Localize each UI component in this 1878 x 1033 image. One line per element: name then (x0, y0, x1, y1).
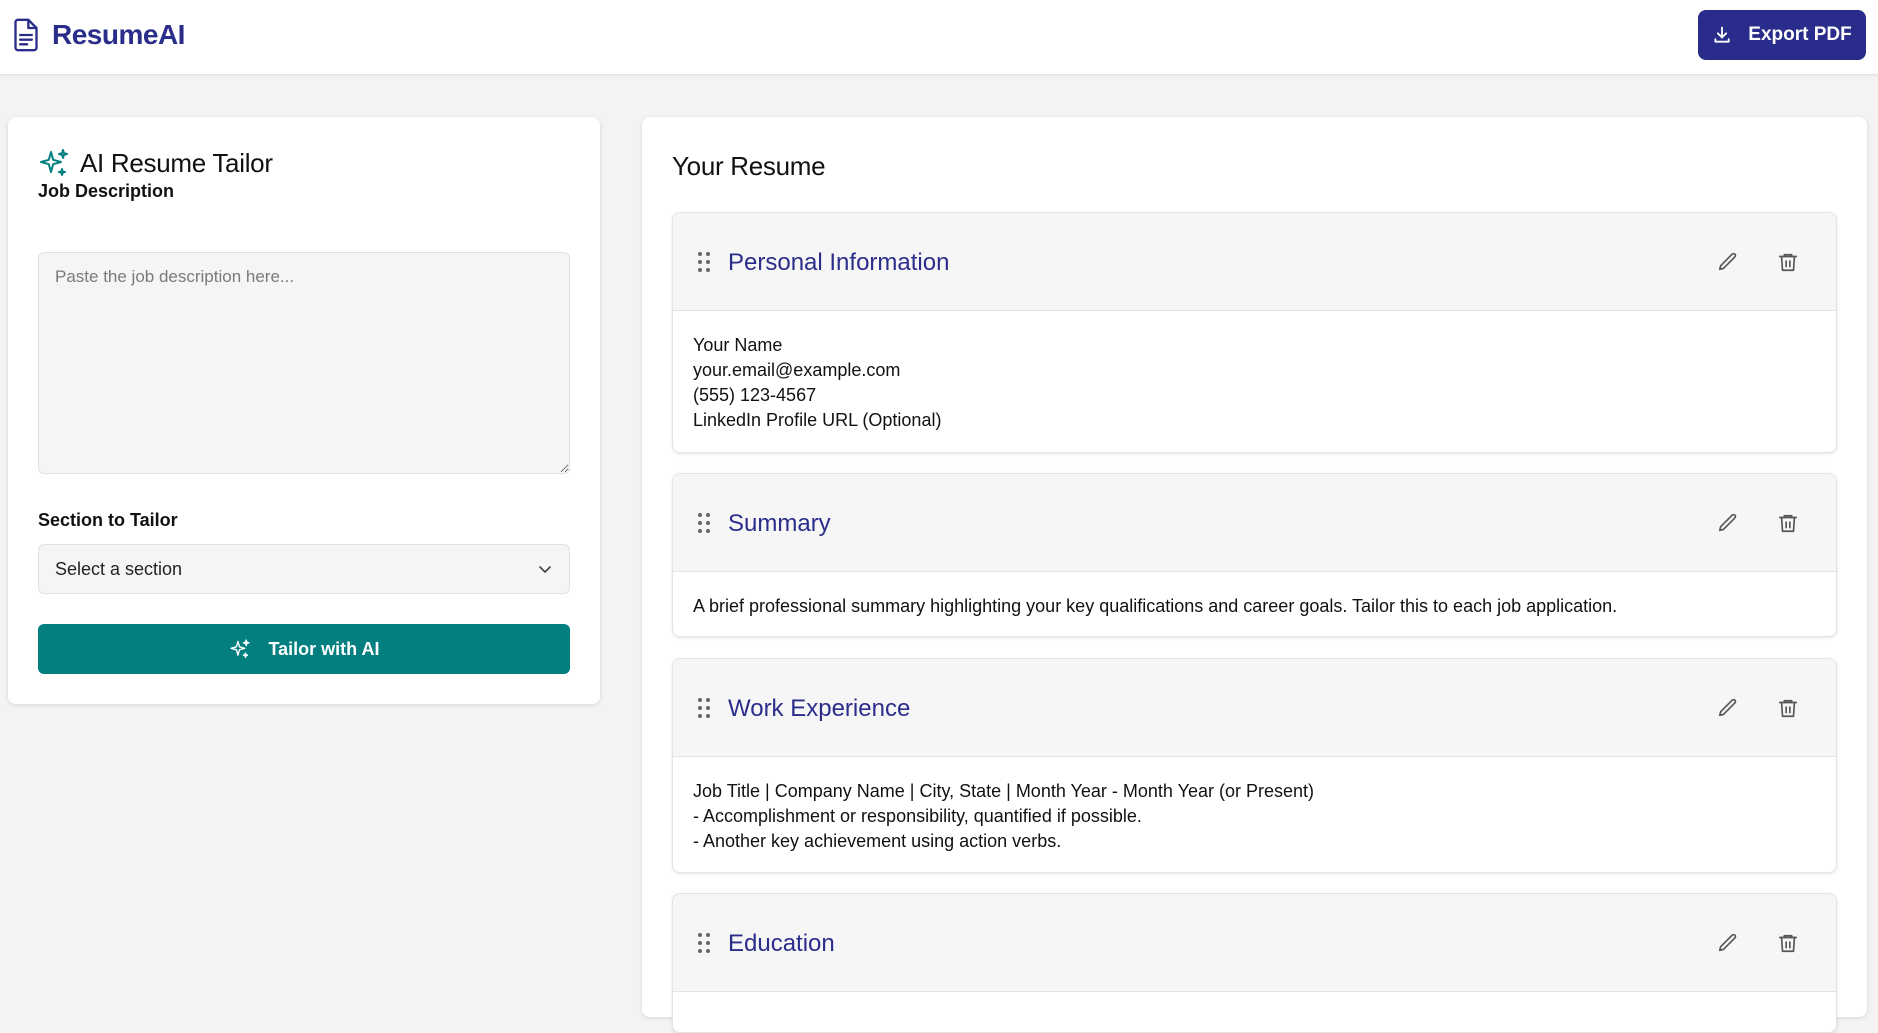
resume-section-personal-information[interactable]: Personal Information Your Name your.emai… (672, 212, 1837, 453)
resume-section-work-experience[interactable]: Work Experience Job Title | Company Name… (672, 658, 1837, 873)
section-to-tailor-label-text: Section to Tailor (38, 510, 178, 530)
tailor-with-ai-label: Tailor with AI (268, 638, 380, 659)
trash-icon (1778, 253, 1798, 272)
job-description-textarea[interactable] (38, 252, 570, 474)
section-line: Job Title | Company Name | City, State |… (693, 781, 1314, 801)
brand-name: ResumeAI (52, 19, 185, 50)
drag-handle-icon[interactable] (697, 251, 711, 273)
edit-section-button[interactable] (1716, 251, 1740, 275)
resume-section-education[interactable]: Education (672, 893, 1837, 1033)
resume-title: Your Resume (672, 151, 826, 181)
section-line: - Another key achievement using action v… (693, 831, 1062, 851)
drag-handle-icon[interactable] (697, 697, 711, 719)
drag-handle-icon[interactable] (697, 512, 711, 534)
sparkles-icon (229, 639, 250, 658)
top-bar: ResumeAI Export PDF (0, 0, 1878, 75)
pencil-icon (1718, 933, 1737, 952)
brand[interactable]: ResumeAI (12, 18, 185, 52)
section-line: - Accomplishment or responsibility, quan… (693, 806, 1142, 826)
edit-section-button[interactable] (1716, 932, 1740, 956)
document-icon (14, 18, 38, 52)
section-to-tailor-label: Section to Tailor (38, 510, 178, 531)
section-content: Job Title | Company Name | City, State |… (673, 757, 1836, 872)
export-pdf-button[interactable]: Export PDF (1698, 10, 1866, 60)
delete-section-button[interactable] (1776, 512, 1800, 536)
trash-icon (1778, 699, 1798, 718)
section-select[interactable]: Select a section (38, 544, 570, 594)
section-title: Summary (728, 510, 831, 537)
section-content: A brief professional summary highlightin… (673, 572, 1836, 636)
section-select-value: Select a section (55, 558, 183, 579)
trash-icon (1778, 514, 1798, 533)
section-header: Work Experience (673, 659, 1836, 757)
pencil-icon (1718, 252, 1737, 271)
section-line: your.email@example.com (693, 360, 901, 380)
pencil-icon (1718, 513, 1737, 532)
export-pdf-label: Export PDF (1748, 24, 1852, 45)
delete-section-button[interactable] (1776, 932, 1800, 956)
ai-tailor-heading: AI Resume Tailor (38, 147, 273, 179)
edit-section-button[interactable] (1716, 512, 1740, 536)
delete-section-button[interactable] (1776, 697, 1800, 721)
section-header: Summary (673, 474, 1836, 572)
ai-tailor-title: AI Resume Tailor (80, 147, 273, 178)
section-title: Work Experience (728, 695, 911, 722)
drag-handle-icon[interactable] (697, 932, 711, 954)
section-line: LinkedIn Profile URL (Optional) (693, 410, 942, 430)
section-line: Your Name (693, 335, 783, 355)
resume-section-summary[interactable]: Summary A brief professional summary hig… (672, 473, 1837, 637)
ai-tailor-panel: AI Resume Tailor Job Description Section… (8, 117, 600, 704)
section-title: Education (728, 930, 835, 957)
download-icon (1714, 26, 1730, 43)
section-line: A brief professional summary highlightin… (693, 596, 1618, 616)
section-title: Personal Information (728, 249, 950, 276)
job-description-label: Job Description (38, 181, 174, 202)
section-header: Personal Information (673, 213, 1836, 311)
trash-icon (1778, 934, 1798, 953)
section-line: (555) 123-4567 (693, 385, 817, 405)
section-content: Your Name your.email@example.com (555) 1… (673, 311, 1836, 451)
sparkles-icon (40, 149, 68, 176)
chevron-down-icon (539, 566, 551, 573)
tailor-with-ai-button[interactable]: Tailor with AI (38, 624, 570, 674)
delete-section-button[interactable] (1776, 251, 1800, 275)
job-description-label-text: Job Description (38, 181, 175, 201)
section-header: Education (673, 894, 1836, 992)
edit-section-button[interactable] (1716, 697, 1740, 721)
resume-panel: Your Resume Personal Information Your Na… (642, 117, 1867, 1033)
pencil-icon (1718, 698, 1737, 717)
